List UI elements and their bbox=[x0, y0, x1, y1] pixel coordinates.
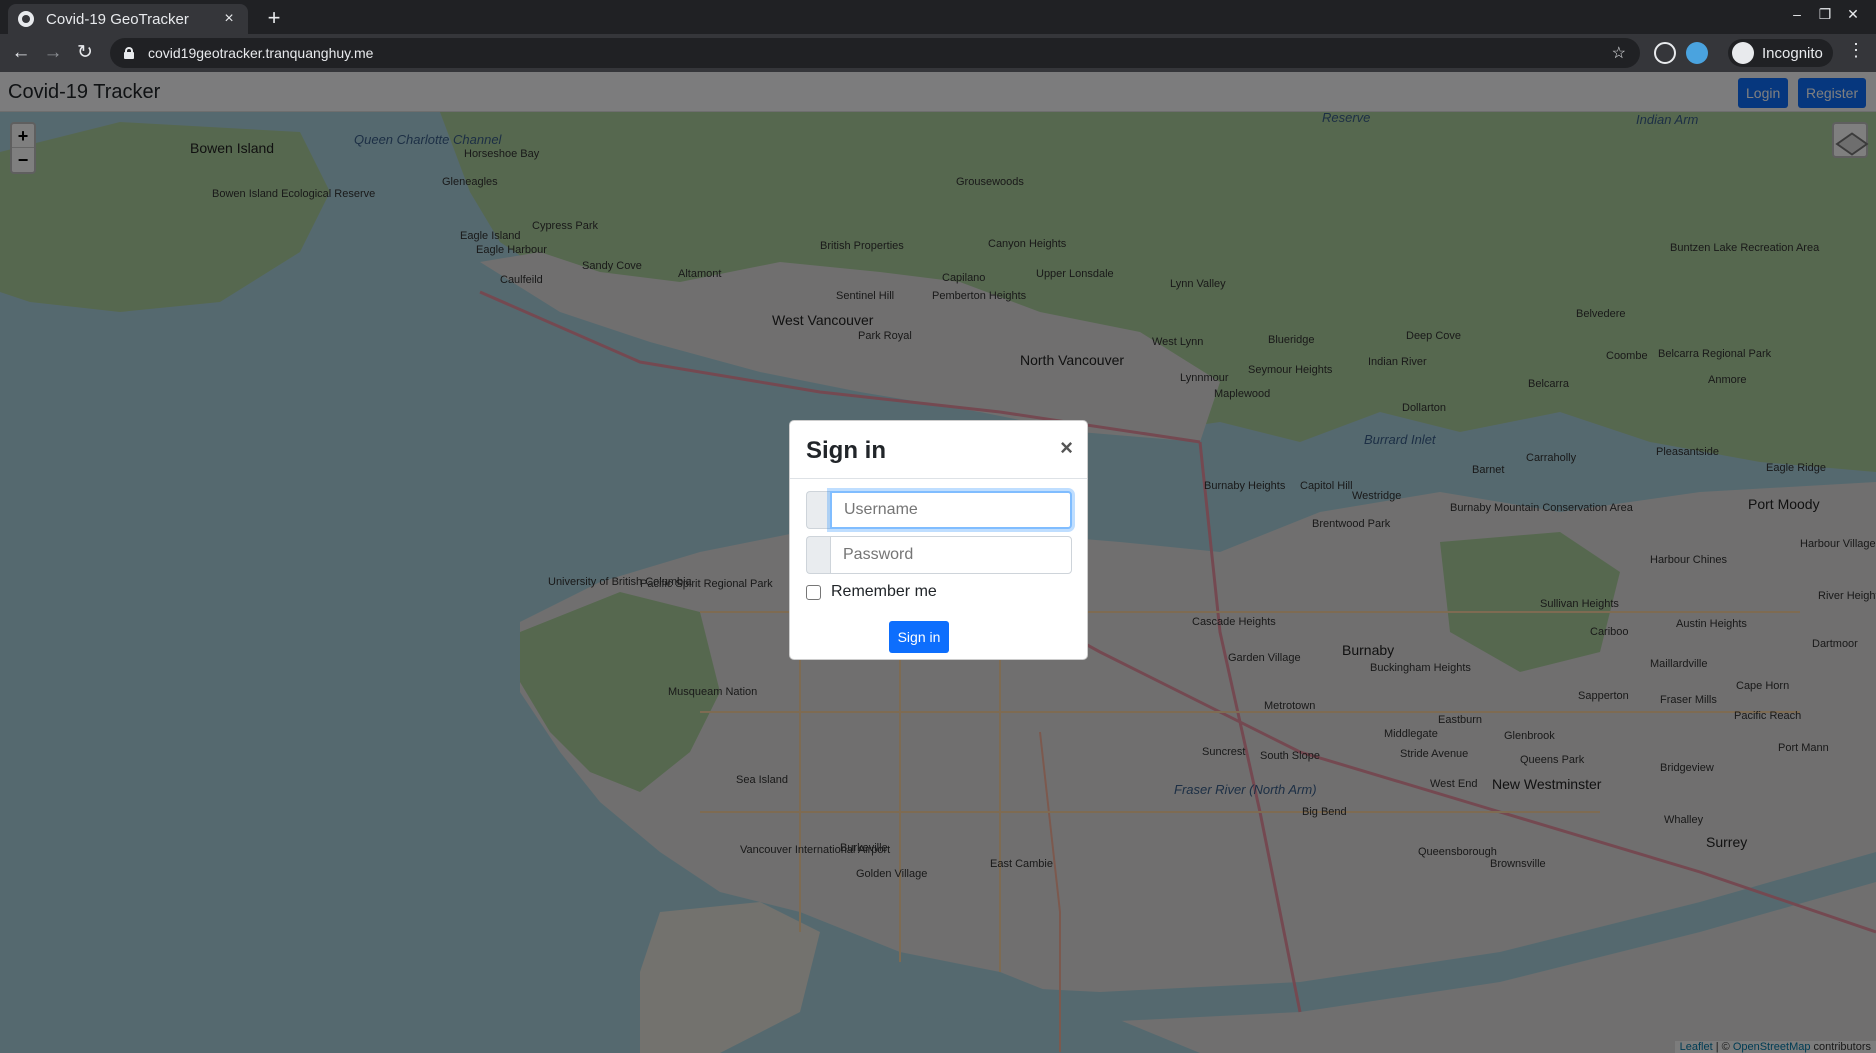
modal-header: Sign in × bbox=[790, 421, 1087, 479]
remember-me[interactable]: Remember me bbox=[806, 583, 937, 601]
globe-icon bbox=[18, 11, 34, 27]
username-group bbox=[806, 491, 1072, 529]
extension-icon[interactable] bbox=[1654, 42, 1676, 64]
url-text[interactable]: covid19geotracker.tranquanghuy.me bbox=[148, 45, 1612, 61]
web-page: Covid-19 Tracker Login Register bbox=[0, 72, 1876, 1053]
back-icon[interactable]: ← bbox=[8, 40, 34, 66]
modal-title: Sign in bbox=[806, 437, 886, 464]
incognito-label: Incognito bbox=[1762, 44, 1823, 62]
bookmark-star-icon[interactable]: ☆ bbox=[1612, 43, 1626, 63]
close-icon[interactable]: × bbox=[1060, 435, 1073, 461]
address-bar[interactable]: covid19geotracker.tranquanghuy.me ☆ bbox=[110, 38, 1640, 68]
minimize-icon[interactable]: – bbox=[1786, 6, 1808, 22]
window-close-icon[interactable]: ✕ bbox=[1842, 6, 1864, 23]
react-devtools-icon[interactable] bbox=[1686, 42, 1708, 64]
user-icon bbox=[806, 491, 830, 529]
lock-icon bbox=[124, 47, 134, 59]
password-group bbox=[806, 536, 1072, 574]
tab-title: Covid-19 GeoTracker bbox=[46, 10, 189, 28]
username-input[interactable] bbox=[830, 491, 1072, 529]
incognito-badge[interactable]: Incognito bbox=[1728, 39, 1833, 67]
sign-in-modal: Sign in × Remember me Sign in bbox=[789, 420, 1088, 660]
reload-icon[interactable]: ↻ bbox=[72, 40, 98, 66]
new-tab-button[interactable]: + bbox=[260, 4, 288, 32]
browser-toolbar: ← → ↻ covid19geotracker.tranquanghuy.me … bbox=[0, 34, 1876, 72]
browser-tabstrip: Covid-19 GeoTracker × + – ❐ ✕ bbox=[0, 0, 1876, 34]
browser-menu-icon[interactable]: ⋮ bbox=[1846, 40, 1866, 61]
remember-checkbox[interactable] bbox=[806, 584, 821, 600]
browser-tab[interactable]: Covid-19 GeoTracker × bbox=[8, 4, 248, 34]
password-input[interactable] bbox=[830, 536, 1072, 574]
remember-label[interactable]: Remember me bbox=[831, 583, 937, 601]
sign-in-button[interactable]: Sign in bbox=[889, 621, 949, 653]
lock-icon bbox=[806, 536, 830, 574]
incognito-icon bbox=[1732, 42, 1754, 64]
tab-close-icon[interactable]: × bbox=[220, 10, 238, 28]
forward-icon[interactable]: → bbox=[40, 40, 66, 66]
restore-icon[interactable]: ❐ bbox=[1814, 6, 1836, 23]
